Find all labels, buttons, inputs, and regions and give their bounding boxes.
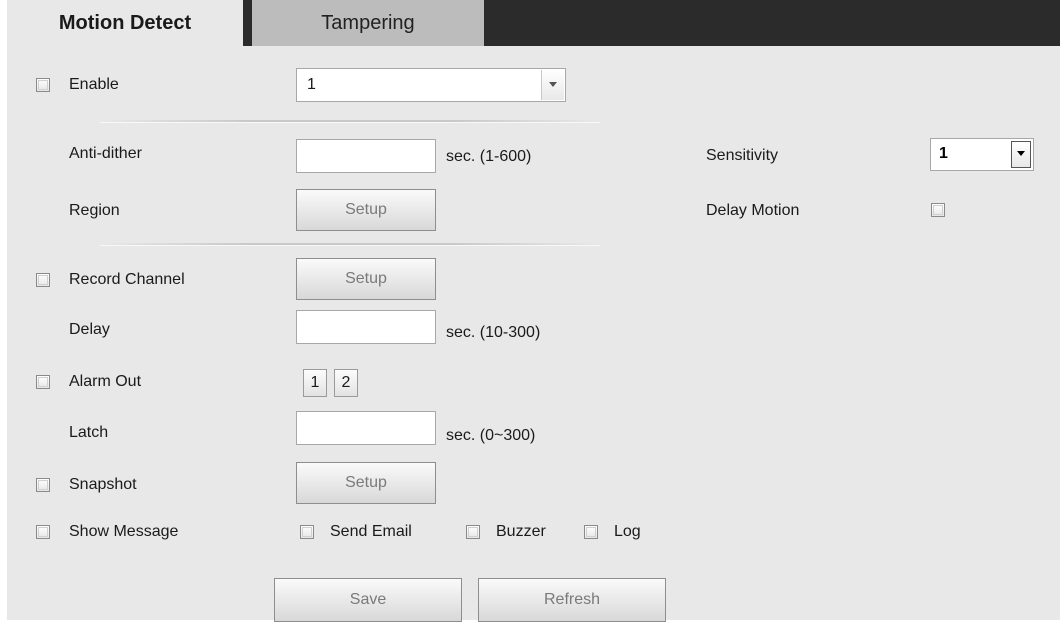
send-email-label: Send Email xyxy=(330,523,412,540)
tab-tampering[interactable]: Tampering xyxy=(252,0,484,46)
show-message-label: Show Message xyxy=(69,523,179,540)
latch-unit: sec. (0~300) xyxy=(446,427,536,444)
chevron-down-icon[interactable] xyxy=(541,70,564,100)
delay-unit: sec. (10-300) xyxy=(446,324,541,341)
alarm-out-checkbox[interactable] xyxy=(36,375,50,389)
enable-label: Enable xyxy=(69,76,119,93)
buzzer-label: Buzzer xyxy=(496,523,546,540)
snapshot-checkbox[interactable] xyxy=(36,478,50,492)
delay-label: Delay xyxy=(69,321,110,338)
channel-select[interactable]: 1 xyxy=(296,68,566,102)
anti-dither-input[interactable] xyxy=(296,139,436,173)
tab-motion-detect[interactable]: Motion Detect xyxy=(7,0,243,46)
enable-checkbox[interactable] xyxy=(36,78,50,92)
divider xyxy=(100,243,600,246)
show-message-checkbox[interactable] xyxy=(36,525,50,539)
snapshot-setup-button[interactable]: Setup xyxy=(296,462,436,504)
sensitivity-value: 1 xyxy=(939,145,948,162)
latch-input[interactable] xyxy=(296,411,436,445)
delay-motion-label: Delay Motion xyxy=(706,202,800,219)
record-channel-checkbox[interactable] xyxy=(36,273,50,287)
delay-motion-checkbox[interactable] xyxy=(931,203,945,217)
record-channel-label: Record Channel xyxy=(69,271,185,288)
alarm-out-2-button[interactable]: 2 xyxy=(334,369,358,397)
record-channel-setup-button[interactable]: Setup xyxy=(296,258,436,300)
refresh-button[interactable]: Refresh xyxy=(478,578,666,622)
channel-select-value: 1 xyxy=(307,76,316,93)
buzzer-checkbox[interactable] xyxy=(466,525,480,539)
send-email-checkbox[interactable] xyxy=(300,525,314,539)
alarm-out-label: Alarm Out xyxy=(69,373,142,390)
snapshot-label: Snapshot xyxy=(69,476,137,493)
anti-dither-label: Anti-dither xyxy=(69,145,142,162)
latch-label: Latch xyxy=(69,424,109,441)
region-setup-button[interactable]: Setup xyxy=(296,189,436,231)
chevron-down-icon[interactable] xyxy=(1011,141,1031,168)
log-checkbox[interactable] xyxy=(584,525,598,539)
divider xyxy=(100,120,600,123)
alarm-out-1-button[interactable]: 1 xyxy=(303,369,327,397)
region-label: Region xyxy=(69,202,120,219)
sensitivity-label: Sensitivity xyxy=(706,147,779,164)
delay-input[interactable] xyxy=(296,310,436,344)
save-button[interactable]: Save xyxy=(274,578,462,622)
log-label: Log xyxy=(614,523,641,540)
sensitivity-select[interactable]: 1 xyxy=(930,138,1034,171)
anti-dither-unit: sec. (1-600) xyxy=(446,148,532,165)
